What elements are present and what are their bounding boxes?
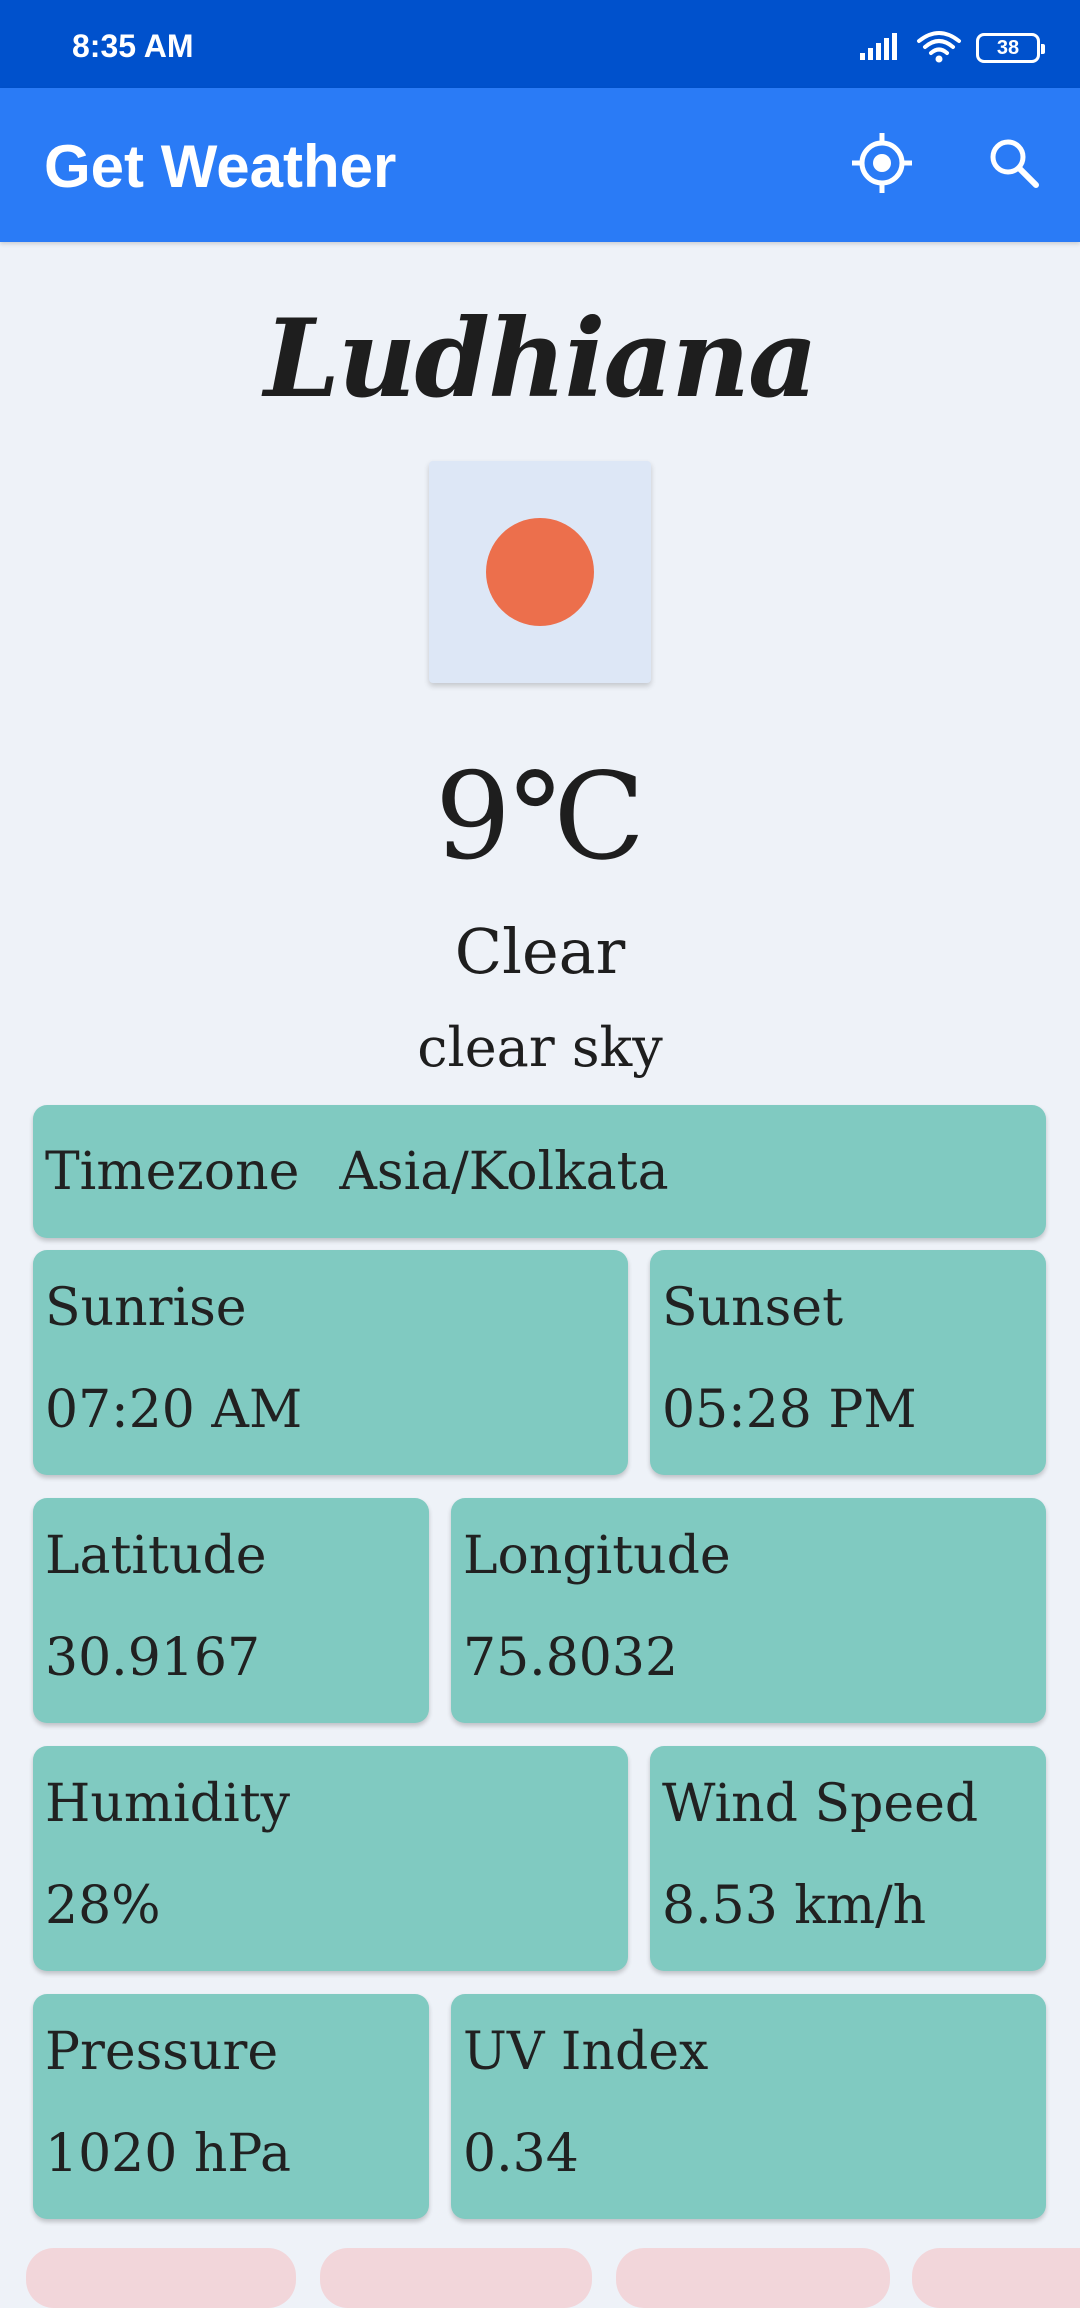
signal-icon [858, 31, 902, 66]
clear-sun-icon [486, 518, 594, 626]
forecast-item[interactable] [616, 2248, 890, 2308]
sunset-card: Sunset 05:28 PM [650, 1250, 1046, 1475]
uv-index-value: 0.34 [463, 2124, 579, 2184]
latitude-label: Latitude [45, 1526, 267, 1586]
timezone-label: Timezone [45, 1141, 300, 1202]
forecast-item[interactable] [912, 2248, 1080, 2308]
wind-speed-value: 8.53 km/h [662, 1876, 927, 1936]
status-time: 8:35 AM [72, 28, 194, 64]
wifi-icon [916, 29, 962, 68]
pressure-label: Pressure [45, 2022, 279, 2082]
longitude-label: Longitude [463, 1526, 731, 1586]
humidity-value: 28% [45, 1876, 161, 1936]
latitude-card: Latitude 30.9167 [33, 1498, 429, 1723]
uv-index-label: UV Index [463, 2022, 709, 2082]
app-title: Get Weather [44, 133, 397, 200]
weather-main: Clear [454, 915, 626, 988]
timezone-value: Asia/Kolkata [339, 1141, 669, 1202]
humidity-label: Humidity [45, 1774, 290, 1834]
longitude-card: Longitude 75.8032 [451, 1498, 1046, 1723]
sunset-value: 05:28 PM [662, 1380, 917, 1440]
sunrise-label: Sunrise [45, 1278, 247, 1338]
battery-icon: 38 [976, 33, 1045, 63]
temperature: 9℃ [434, 748, 646, 887]
battery-level: 38 [996, 36, 1020, 59]
my-location-button[interactable] [846, 129, 918, 201]
status-icons: 38 [858, 28, 1045, 68]
pressure-value: 1020 hPa [45, 2124, 292, 2184]
search-button[interactable] [978, 129, 1050, 201]
forecast-item[interactable] [26, 2248, 296, 2308]
longitude-value: 75.8032 [463, 1628, 679, 1688]
city-name: Ludhiana [263, 296, 818, 422]
uv-index-card: UV Index 0.34 [451, 1994, 1046, 2219]
timezone-card: Timezone Asia/Kolkata [33, 1105, 1046, 1238]
humidity-card: Humidity 28% [33, 1746, 628, 1971]
sunrise-card: Sunrise 07:20 AM [33, 1250, 628, 1475]
status-bar: 8:35 AM 38 [0, 0, 1080, 88]
search-icon [986, 135, 1042, 195]
sunrise-value: 07:20 AM [45, 1380, 303, 1440]
location-icon [849, 130, 915, 200]
app-bar: Get Weather [0, 88, 1080, 242]
latitude-value: 30.9167 [45, 1628, 261, 1688]
forecast-item[interactable] [320, 2248, 592, 2308]
sunset-label: Sunset [662, 1278, 843, 1338]
weather-description: clear sky [417, 1016, 663, 1079]
pressure-card: Pressure 1020 hPa [33, 1994, 429, 2219]
wind-speed-label: Wind Speed [662, 1774, 979, 1834]
wind-speed-card: Wind Speed 8.53 km/h [650, 1746, 1046, 1971]
weather-icon-box [429, 461, 651, 683]
